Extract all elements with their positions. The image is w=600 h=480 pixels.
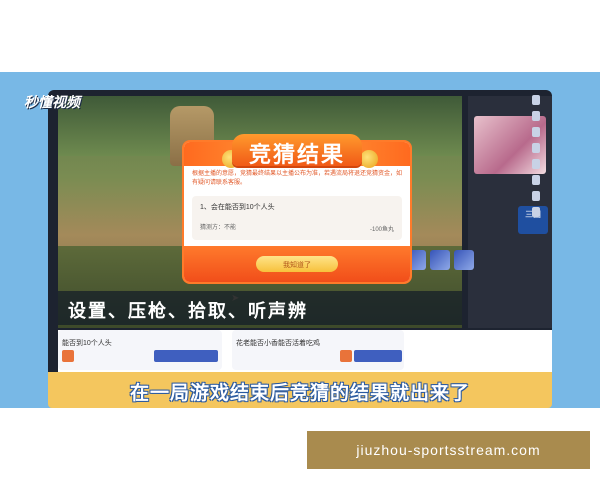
modal-body: 根据主播的意愿，竞猜最终结果以主播公布为准，若遇流局将退还竞猜资金，如有疑问请联…	[192, 170, 402, 240]
gift-icon[interactable]	[430, 250, 450, 270]
guess-button[interactable]	[354, 350, 402, 362]
guess-button[interactable]	[154, 350, 218, 362]
acknowledge-button[interactable]: 我知道了	[256, 256, 338, 272]
right-toolbar	[532, 95, 544, 345]
coin-icon	[360, 150, 378, 168]
result-answer: 猜测方：不能	[200, 225, 237, 231]
game-tip-text: 设置、压枪、拾取、听声辨	[58, 291, 462, 325]
toolbar-item[interactable]	[532, 207, 540, 217]
result-amount: -100鱼丸	[369, 227, 394, 233]
toolbar-item[interactable]	[532, 159, 540, 169]
card-badge	[340, 350, 352, 362]
toolbar-item[interactable]	[532, 175, 540, 185]
guess-card-title: 能否到10个人头	[62, 340, 112, 347]
card-badge	[62, 350, 74, 362]
toolbar-item[interactable]	[532, 191, 540, 201]
modal-note: 根据主播的意愿，竞猜最终结果以主播公布为准，若遇流局将退还竞猜资金，如有疑问请联…	[192, 171, 403, 186]
video-subtitle: 在一局游戏结束后竞猜的结果就出来了	[129, 383, 470, 404]
toolbar-item[interactable]	[532, 111, 540, 121]
video-logo: 秒懂视频	[24, 94, 80, 110]
result-question: 1、会在能否到10个人头	[200, 204, 275, 211]
result-box: 1、会在能否到10个人头 猜测方：不能 -100鱼丸	[192, 196, 402, 240]
toolbar-item[interactable]	[532, 95, 540, 105]
guess-card-title: 花老能否小香能否活着吃鸡	[236, 340, 320, 347]
watermark: jiuzhou-sportsstream.com	[307, 431, 590, 469]
mouse-cursor-icon: ➤	[231, 293, 240, 304]
toolbar-item[interactable]	[532, 127, 540, 137]
gift-icon[interactable]	[454, 250, 474, 270]
toolbar-item[interactable]	[532, 143, 540, 153]
modal-title: 竞猜结果	[232, 134, 362, 167]
